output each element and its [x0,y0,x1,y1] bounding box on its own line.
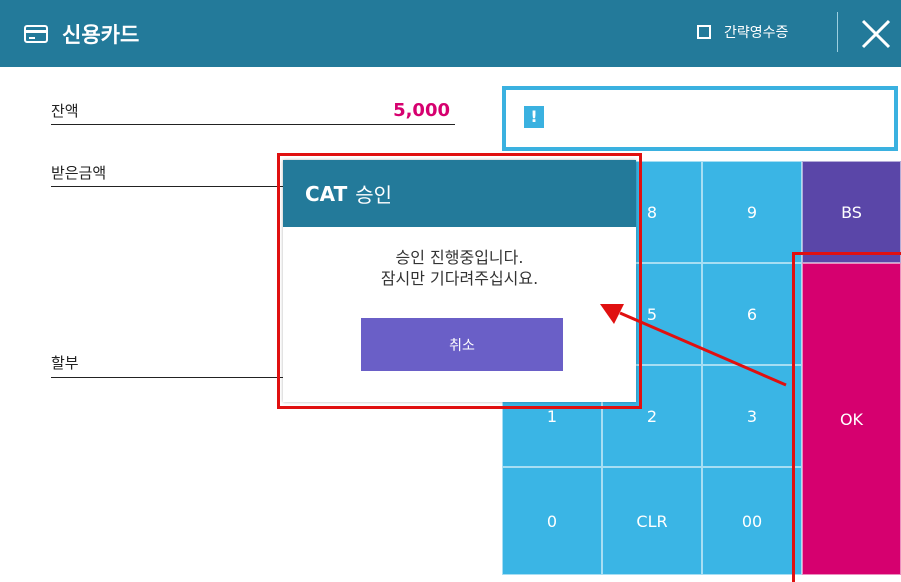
highlight-box-dialog [277,153,642,409]
key-3[interactable]: 3 [702,365,802,467]
warning-icon: ! [524,106,544,128]
receipt-checkbox[interactable] [697,25,711,39]
credit-card-icon [24,25,48,43]
key-6[interactable]: 6 [702,263,802,365]
key-00[interactable]: 00 [702,467,802,575]
received-amount-field[interactable] [51,186,283,187]
close-icon[interactable] [860,18,892,50]
highlight-box-ok [792,252,901,582]
page-title: 신용카드 [62,23,140,47]
header-bar: 신용카드 간략영수증 [0,0,901,67]
balance-value: 5,000 [393,100,450,121]
installment-label: 할부 [51,354,79,372]
balance-underline [51,124,455,125]
clear-button[interactable]: CLR [602,467,702,575]
key-0[interactable]: 0 [502,467,602,575]
receipt-label: 간략영수증 [724,25,789,41]
installment-field[interactable] [51,377,283,378]
received-amount-label: 받은금액 [51,164,107,182]
header-divider [837,12,838,52]
balance-label: 잔액 [51,102,79,120]
backspace-button[interactable]: BS [802,161,901,263]
simple-receipt-toggle[interactable]: 간략영수증 [697,22,788,42]
message-box: ! [502,86,898,151]
key-9[interactable]: 9 [702,161,802,263]
